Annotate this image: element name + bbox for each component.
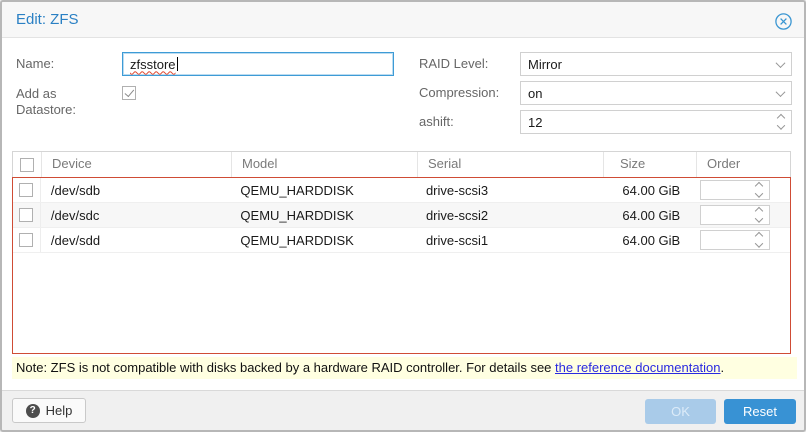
spinner-down-icon[interactable] [755,239,763,247]
reset-button[interactable]: Reset [724,399,796,424]
dialog-title: Edit: ZFS [16,2,79,37]
ok-button[interactable]: OK [645,399,716,424]
spinner-arrows[interactable] [756,181,762,199]
spinner-arrows[interactable] [778,111,784,133]
spinner-arrows[interactable] [756,206,762,224]
ashift-label: ashift: [419,110,454,134]
spinner-arrows[interactable] [756,231,762,249]
zfs-note: Note: ZFS is not compatible with disks b… [12,357,797,379]
checkbox-check-icon [124,87,134,97]
size-cell: 64.00 GiB [601,208,694,223]
table-row[interactable]: /dev/sdb QEMU_HARDDISK drive-scsi3 64.00… [13,178,790,203]
disk-table-header: Device Model Serial Size Order [12,151,791,177]
spinner-down-icon[interactable] [755,189,763,197]
name-label: Name: [16,52,54,76]
disk-table: Device Model Serial Size Order /dev/sdb … [12,151,791,354]
dialog-footer: ? Help OK Reset [2,390,804,430]
model-cell: QEMU_HARDDISK [230,208,416,223]
spinner-down-icon[interactable] [777,121,785,129]
disk-table-body: /dev/sdb QEMU_HARDDISK drive-scsi3 64.00… [12,177,791,354]
size-cell: 64.00 GiB [601,183,694,198]
serial-cell: drive-scsi1 [416,233,602,248]
add-as-datastore-label: Add as Datastore: [16,86,108,118]
compression-select[interactable]: on [520,81,792,105]
chevron-down-icon[interactable] [777,53,784,75]
row-checkbox-cell [13,203,41,227]
column-header-size[interactable]: Size [603,152,696,177]
order-cell [694,205,790,225]
help-button[interactable]: ? Help [12,398,86,423]
spinner-down-icon[interactable] [755,214,763,222]
help-icon: ? [26,404,40,418]
order-spinner[interactable] [700,180,770,200]
spinner-up-icon[interactable] [755,231,763,239]
row-checkbox-cell [13,228,41,252]
device-cell: /dev/sdb [41,183,231,198]
raid-level-label: RAID Level: [419,52,488,76]
text-caret [177,57,178,71]
select-all-cell [13,152,41,177]
column-header-device[interactable]: Device [41,152,231,177]
raid-level-value: Mirror [528,57,562,72]
name-input[interactable]: zfsstore [122,52,394,76]
note-text: Note: ZFS is not compatible with disks b… [16,360,555,375]
model-cell: QEMU_HARDDISK [230,183,416,198]
order-spinner[interactable] [700,205,770,225]
close-icon[interactable] [775,13,792,30]
serial-cell: drive-scsi3 [416,183,602,198]
table-row[interactable]: /dev/sdc QEMU_HARDDISK drive-scsi2 64.00… [13,203,790,228]
edit-zfs-dialog: Edit: ZFS Name: zfsstore Add as Datastor… [0,0,806,432]
order-cell [694,180,790,200]
order-cell [694,230,790,250]
table-row[interactable]: /dev/sdd QEMU_HARDDISK drive-scsi1 64.00… [13,228,790,253]
device-cell: /dev/sdd [41,233,231,248]
select-all-checkbox[interactable] [20,158,34,172]
reference-documentation-link[interactable]: the reference documentation [555,360,721,375]
row-checkbox-cell [13,178,41,202]
name-input-value: zfsstore [130,57,176,72]
column-header-serial[interactable]: Serial [417,152,603,177]
compression-value: on [528,86,542,101]
add-as-datastore-checkbox[interactable] [122,86,136,100]
compression-label: Compression: [419,81,499,105]
row-checkbox[interactable] [19,183,33,197]
size-cell: 64.00 GiB [601,233,694,248]
ashift-spinner[interactable]: 12 [520,110,792,134]
ashift-value: 12 [528,115,542,130]
serial-cell: drive-scsi2 [416,208,602,223]
dialog-header: Edit: ZFS [2,2,804,38]
device-cell: /dev/sdc [41,208,231,223]
note-text-end: . [721,360,725,375]
order-spinner[interactable] [700,230,770,250]
row-checkbox[interactable] [19,233,33,247]
column-header-order[interactable]: Order [696,152,790,177]
column-header-model[interactable]: Model [231,152,417,177]
chevron-down-icon[interactable] [777,82,784,104]
model-cell: QEMU_HARDDISK [230,233,416,248]
spinner-up-icon[interactable] [755,206,763,214]
spinner-up-icon[interactable] [755,181,763,189]
help-button-label: Help [46,403,73,418]
row-checkbox[interactable] [19,208,33,222]
raid-level-select[interactable]: Mirror [520,52,792,76]
